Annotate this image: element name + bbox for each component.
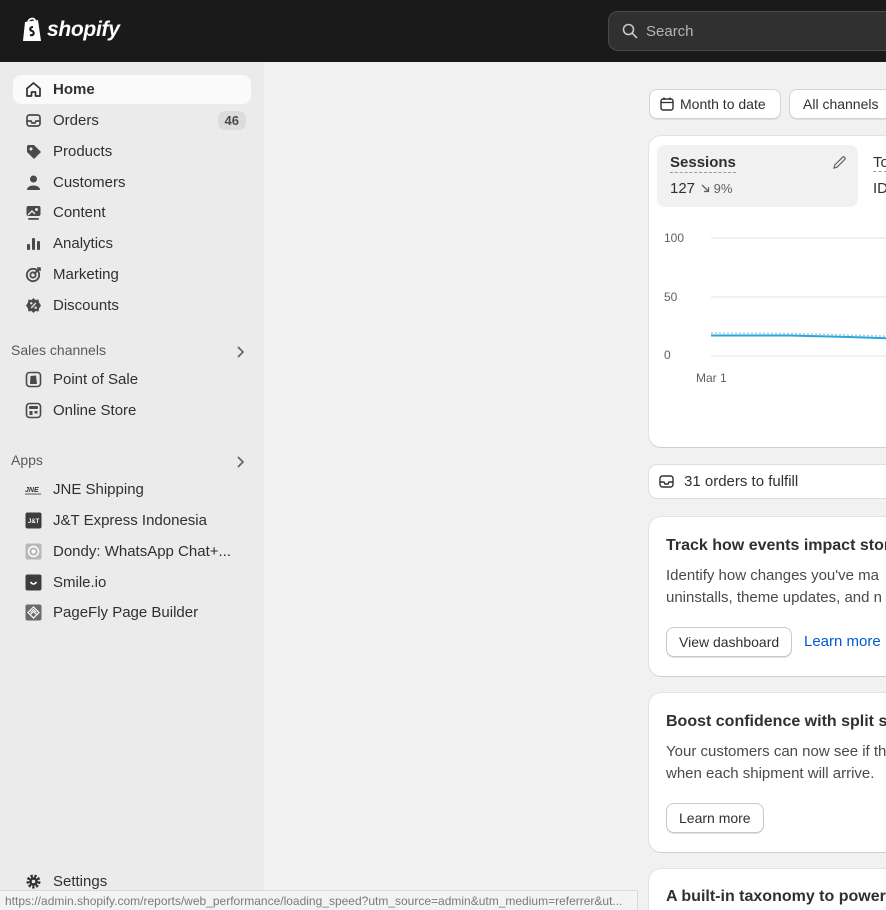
sidebar-item-label: Smile.io (53, 574, 107, 591)
person-icon (24, 174, 42, 192)
split-card-body: when each shipment will arrive. (666, 765, 875, 782)
shopify-logo[interactable]: shopify (21, 16, 120, 43)
split-card-title: Boost confidence with split sh (666, 713, 886, 730)
smile-icon (24, 574, 42, 592)
sidebar-item-analytics[interactable]: Analytics (13, 229, 251, 258)
discount-icon (24, 297, 42, 315)
date-range-button[interactable]: Month to date (649, 89, 781, 119)
sidebar-item-label: Dondy: WhatsApp Chat+... (53, 543, 232, 560)
sidebar-item-label: Online Store (53, 402, 137, 419)
inbox-icon (24, 112, 42, 130)
taxonomy-card-title: A built-in taxonomy to power p (666, 888, 886, 905)
sidebar-item-marketing[interactable]: Marketing (13, 260, 251, 289)
learn-more-button[interactable]: Learn more (666, 803, 764, 833)
inbox-icon (659, 475, 674, 488)
tag-icon (24, 143, 42, 161)
image-icon (24, 204, 42, 222)
top-bar: shopify Search (0, 0, 886, 62)
sidebar-item-label: Settings (53, 873, 108, 890)
events-card: Track how events impact store Identify h… (649, 517, 886, 676)
sessions-line-chart (710, 237, 886, 357)
channels-filter-button[interactable]: All channels (789, 89, 886, 119)
date-range-label: Month to date (680, 96, 766, 112)
events-card-title: Track how events impact store (666, 537, 886, 554)
link-preview-statusbar: https://admin.shopify.com/reports/web_pe… (0, 890, 638, 910)
search-bar[interactable]: Search (608, 11, 886, 51)
sidebar-item-label: Home (53, 81, 95, 98)
sidebar-item-label: Discounts (53, 297, 119, 314)
sidebar-item-pagefly[interactable]: PageFly Page Builder (13, 598, 251, 627)
sales-channels-heading: Sales channels (11, 342, 106, 358)
sidebar-item-label: PageFly Page Builder (53, 604, 199, 621)
svg-text:JNE: JNE (25, 487, 39, 494)
shopify-bag-icon (23, 17, 41, 41)
sidebar-item-discounts[interactable]: Discounts (13, 291, 251, 320)
svg-text:J&T: J&T (28, 519, 40, 525)
home-icon (24, 81, 42, 99)
orders-to-fulfill-bar[interactable]: 31 orders to fulfill (649, 465, 886, 498)
learn-more-link[interactable]: Learn more (804, 633, 881, 650)
pos-icon (24, 371, 42, 389)
jt-icon: J&T (24, 512, 42, 530)
search-icon (622, 23, 638, 39)
apps-heading: Apps (11, 452, 43, 468)
sidebar-item-label: Analytics (53, 235, 114, 252)
bar-chart-icon (24, 235, 42, 253)
sidebar-item-label: Products (53, 143, 113, 160)
orders-to-fulfill-text: 31 orders to fulfill (684, 473, 799, 490)
chevron-right-icon[interactable] (233, 345, 247, 359)
sidebar-item-online-store[interactable]: Online Store (13, 396, 251, 425)
channels-filter-label: All channels (803, 96, 879, 112)
chevron-right-icon[interactable] (233, 455, 247, 469)
sidebar-item-jt-express[interactable]: J&T J&T Express Indonesia (13, 506, 251, 535)
brand-name: shopify (47, 17, 120, 41)
jne-icon: JNE (24, 481, 42, 499)
split-card-body: Your customers can now see if th (666, 743, 886, 760)
sidebar-item-smile-io[interactable]: Smile.io (13, 568, 251, 597)
view-dashboard-button[interactable]: View dashboard (666, 627, 793, 657)
sidebar-item-orders[interactable]: Orders 46 (13, 106, 251, 135)
sidebar-item-point-of-sale[interactable]: Point of Sale (13, 365, 251, 394)
sidebar-item-dondy-whatsapp[interactable]: Dondy: WhatsApp Chat+... (13, 537, 251, 566)
sidebar-item-home[interactable]: Home (13, 75, 251, 104)
sidebar-item-label: JNE Shipping (53, 481, 144, 498)
sidebar-item-products[interactable]: Products (13, 137, 251, 166)
sidebar-item-label: Customers (53, 174, 126, 191)
sidebar-item-customers[interactable]: Customers (13, 168, 251, 197)
sessions-card: Sessions 127 9% To ID 100 50 0 Mar 1 (649, 136, 886, 447)
sidebar-item-label: Orders (53, 112, 99, 129)
orders-count-badge: 46 (217, 111, 246, 130)
target-icon (24, 266, 42, 284)
pagefly-icon (24, 604, 42, 622)
store-icon (24, 402, 42, 420)
sidebar-item-content[interactable]: Content (13, 198, 251, 227)
sidebar-item-label: Marketing (53, 266, 119, 283)
gear-icon (24, 873, 42, 891)
whatsapp-icon (24, 543, 42, 561)
search-placeholder: Search (646, 22, 694, 40)
sidebar-item-label: J&T Express Indonesia (53, 512, 207, 529)
events-card-body: uninstalls, theme updates, and n (666, 589, 882, 606)
split-shipments-card: Boost confidence with split sh Your cust… (649, 693, 886, 852)
calendar-icon (660, 97, 674, 111)
events-card-body: Identify how changes you've ma (666, 567, 879, 584)
sidebar-item-label: Point of Sale (53, 371, 139, 388)
sidebar-item-label: Content (53, 204, 106, 221)
sidebar-item-jne-shipping[interactable]: JNE JNE Shipping (13, 475, 251, 504)
taxonomy-card: A built-in taxonomy to power p (649, 869, 886, 910)
